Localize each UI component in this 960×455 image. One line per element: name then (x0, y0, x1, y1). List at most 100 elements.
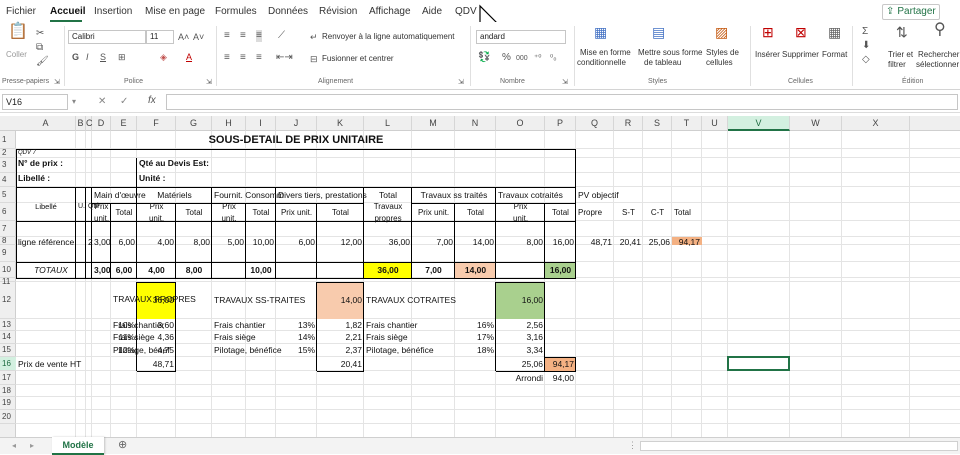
autosum-icon[interactable]: Σ (862, 26, 868, 38)
column-header-f[interactable]: F (137, 116, 176, 131)
format-as-table-icon[interactable]: ▤ (652, 25, 665, 39)
tab-qdv[interactable]: QDV (455, 6, 477, 17)
column-header-k[interactable]: K (317, 116, 364, 131)
column-header-l[interactable]: L (364, 116, 412, 131)
align-left-icon[interactable]: ≡ (224, 52, 230, 64)
tab-accueil[interactable]: Accueil (50, 6, 86, 17)
row-header-15[interactable]: 15 (0, 344, 16, 357)
column-header-e[interactable]: E (111, 116, 137, 131)
sort-filter-button[interactable]: Trier et (888, 50, 913, 60)
fill-icon[interactable]: ⬇ (862, 40, 870, 52)
add-sheet-icon[interactable]: ⊕ (118, 439, 127, 451)
column-header-t[interactable]: T (672, 116, 702, 131)
orientation-icon[interactable]: ⟋ (278, 30, 285, 42)
cell-styles-button[interactable]: Styles de (706, 48, 739, 58)
align-bottom-icon[interactable]: ≡ (256, 30, 262, 42)
row-header-4[interactable]: 4 (0, 173, 16, 187)
name-box[interactable]: V16 (2, 94, 68, 110)
row-header-18[interactable]: 18 (0, 385, 16, 397)
column-header-p[interactable]: P (545, 116, 576, 131)
share-button[interactable]: ⇪ Partager (882, 4, 940, 20)
row-header-5[interactable]: 5 (0, 187, 16, 203)
worksheet-grid[interactable]: SOUS-DETAIL DE PRIX UNITAIRE QDV 7 N° de p… (16, 131, 960, 437)
font-size-select[interactable]: 11 (146, 30, 174, 44)
tab-splitter-icon[interactable]: ⋮ (628, 439, 637, 451)
column-header-m[interactable]: M (412, 116, 455, 131)
format-as-table-button-line2[interactable]: de tableau (644, 58, 681, 68)
font-grow-icon[interactable]: A˄ (178, 31, 189, 43)
clear-icon[interactable]: ◇ (862, 54, 870, 66)
row-header-17[interactable]: 17 (0, 371, 16, 385)
delete-cells-icon[interactable]: ⊠ (795, 25, 807, 39)
tab-insertion[interactable]: Insertion (94, 6, 132, 17)
tab-affichage[interactable]: Affichage (369, 6, 411, 17)
font-launcher-icon[interactable]: ⇲ (206, 77, 212, 89)
clipboard-launcher-icon[interactable]: ⇲ (54, 77, 60, 89)
row-header-6[interactable]: 6 (0, 203, 16, 221)
column-header-q[interactable]: Q (576, 116, 614, 131)
align-center-icon[interactable]: ≡ (240, 52, 246, 64)
row-header-1[interactable]: 1 (0, 131, 16, 149)
find-select-button[interactable]: Rechercher (918, 50, 959, 60)
formula-input[interactable] (166, 94, 958, 110)
conditional-format-icon[interactable]: ▦ (594, 25, 607, 39)
cancel-icon[interactable]: ✕ (98, 96, 106, 108)
column-header-v[interactable]: V (728, 116, 790, 131)
column-header-d[interactable]: D (92, 116, 111, 131)
cut-icon[interactable]: ✂ (36, 28, 44, 40)
column-header-j[interactable]: J (276, 116, 317, 131)
enter-icon[interactable]: ✓ (120, 96, 128, 108)
tab-donnees[interactable]: Données (268, 6, 308, 17)
font-shrink-icon[interactable]: A˅ (193, 31, 204, 43)
column-header-o[interactable]: O (496, 116, 545, 131)
sort-filter-icon[interactable]: ⇅ (896, 25, 908, 39)
tab-aide[interactable]: Aide (422, 6, 442, 17)
prev-sheet-icon[interactable]: ◂ (12, 440, 16, 452)
format-cells-icon[interactable]: ▦ (828, 25, 841, 39)
insert-button[interactable]: Insérer (755, 50, 780, 60)
copy-icon[interactable]: ⧉ (36, 42, 43, 54)
row-header-12[interactable]: 12 (0, 282, 16, 319)
insert-function-icon[interactable]: fx (148, 95, 156, 107)
paste-icon[interactable]: 📋 (8, 24, 28, 40)
row-header-3[interactable]: 3 (0, 158, 16, 173)
cell-styles-button-line2[interactable]: cellules (706, 58, 733, 68)
column-header-x[interactable]: X (842, 116, 910, 131)
wrap-text-button[interactable]: Renvoyer à la ligne automatiquement (322, 32, 455, 42)
align-middle-icon[interactable]: ≡ (240, 30, 246, 42)
thousands-icon[interactable]: 000 (516, 53, 528, 65)
delete-button[interactable]: Supprimer (782, 50, 819, 60)
increase-decimal-icon[interactable]: ⁺⁰ (534, 52, 541, 64)
tab-formules[interactable]: Formules (215, 6, 257, 17)
currency-icon[interactable]: 💱 (478, 52, 490, 64)
italic-icon[interactable]: I (86, 51, 89, 63)
row-header-7[interactable]: 7 (0, 221, 16, 237)
fill-color-icon[interactable]: ◈ (160, 51, 167, 63)
alignment-launcher-icon[interactable]: ⇲ (458, 77, 464, 89)
find-select-button-line2[interactable]: sélectionner (916, 60, 959, 70)
column-header-n[interactable]: N (455, 116, 496, 131)
number-launcher-icon[interactable]: ⇲ (562, 77, 568, 89)
tab-revision[interactable]: Révision (319, 6, 357, 17)
paste-button[interactable]: Coller (6, 50, 27, 60)
number-format-select[interactable]: andard (476, 30, 566, 44)
row-header-8[interactable]: 8 (0, 237, 16, 245)
find-select-icon[interactable]: ⚲ (934, 22, 946, 38)
row-header-10[interactable]: 10 (0, 262, 16, 278)
row-header-19[interactable]: 19 (0, 397, 16, 410)
cell-styles-icon[interactable]: ▨ (715, 25, 728, 39)
column-header-g[interactable]: G (176, 116, 212, 131)
column-header-s[interactable]: S (643, 116, 672, 131)
column-header-a[interactable]: A (16, 116, 76, 131)
column-header-r[interactable]: R (614, 116, 643, 131)
border-icon[interactable]: ⊞ (118, 51, 126, 63)
row-header-14[interactable]: 14 (0, 331, 16, 344)
format-painter-icon[interactable]: 🖌 (36, 56, 49, 68)
column-header-w[interactable]: W (790, 116, 842, 131)
horizontal-scrollbar[interactable] (640, 441, 958, 451)
row-header-16[interactable]: 16 (0, 357, 16, 371)
indent-icon[interactable]: ⇤⇥ (276, 52, 293, 64)
tab-fichier[interactable]: Fichier (6, 6, 36, 17)
format-as-table-button[interactable]: Mettre sous forme (638, 48, 702, 58)
conditional-format-button[interactable]: Mise en forme (580, 48, 631, 58)
